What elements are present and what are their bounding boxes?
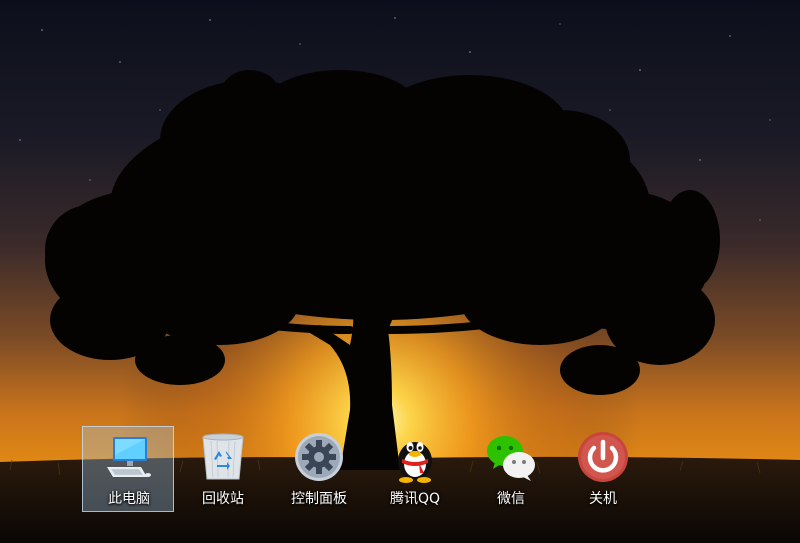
desktop-icon-this-pc[interactable]: 此电脑 <box>82 426 174 512</box>
desktop-icon-wechat[interactable]: 微信 <box>464 426 556 512</box>
desktop-icon-label: 回收站 <box>202 491 244 507</box>
power-icon <box>577 431 629 483</box>
desktop-icon-label: 微信 <box>497 491 525 507</box>
computer-icon <box>103 431 155 483</box>
wechat-icon <box>485 431 537 483</box>
desktop-icon-label: 关机 <box>589 491 617 507</box>
desktop-icon-row: 此电脑 回收站 控制面板 腾讯QQ 微信 关机 <box>82 426 682 512</box>
desktop-icon-control-panel[interactable]: 控制面板 <box>272 426 364 512</box>
desktop-icon-tencent-qq[interactable]: 腾讯QQ <box>368 426 460 512</box>
desktop-icon-label: 此电脑 <box>108 491 150 507</box>
desktop-icon-shutdown[interactable]: 关机 <box>556 426 648 512</box>
desktop-icon-label: 控制面板 <box>291 491 347 507</box>
desktop[interactable]: 此电脑 回收站 控制面板 腾讯QQ 微信 关机 <box>0 0 800 543</box>
desktop-icon-label: 腾讯QQ <box>389 491 441 507</box>
qq-penguin-icon <box>389 431 441 483</box>
recycle-bin-icon <box>197 431 249 483</box>
desktop-icon-recycle-bin[interactable]: 回收站 <box>176 426 268 512</box>
control-panel-gear-icon <box>293 431 345 483</box>
